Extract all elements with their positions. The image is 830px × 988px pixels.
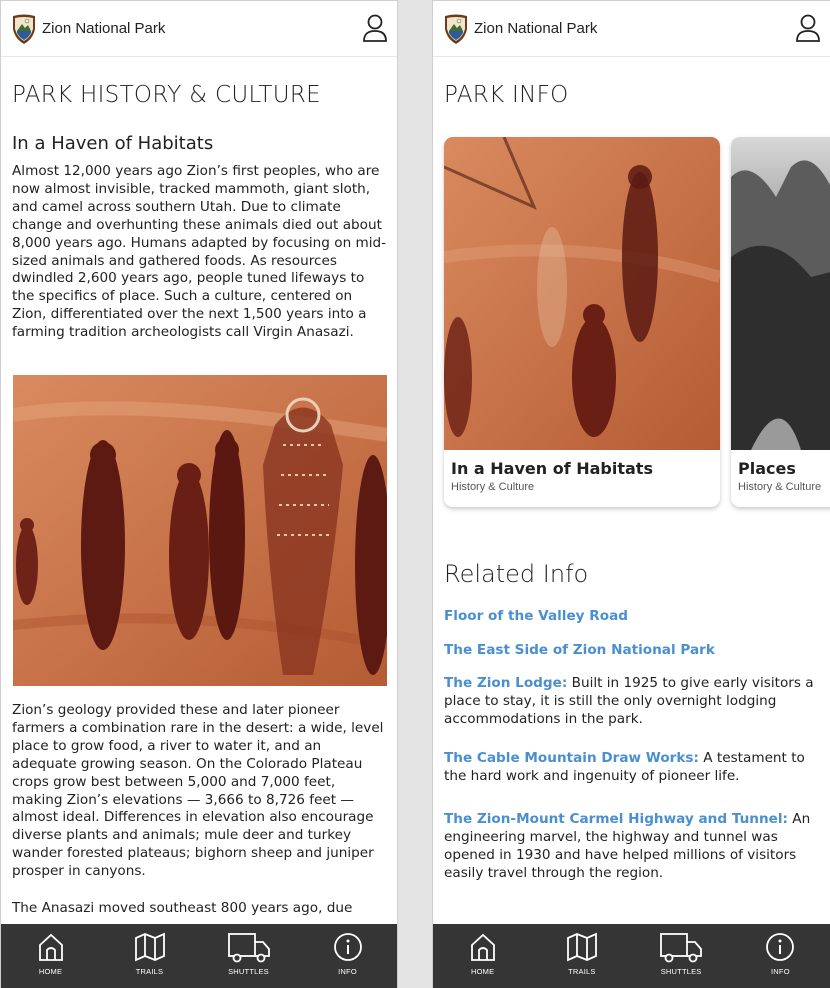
user-profile-icon[interactable] [794,13,822,43]
nav-trails[interactable]: TRAILS [100,924,199,988]
bottom-navigation: HOME TRAILS SHUTTLES INFO [1,924,397,988]
nav-info-label: INFO [771,967,790,976]
nav-home[interactable]: HOME [1,924,100,988]
nav-shuttles[interactable]: SHUTTLES [632,924,731,988]
related-item: The Zion-Mount Carmel Highway and Tunnel… [444,810,824,882]
nav-home[interactable]: HOME [433,924,532,988]
related-item: The East Side of Zion National Park [444,641,824,659]
related-item: Floor of the Valley Road [444,607,824,625]
nav-trails[interactable]: TRAILS [532,924,631,988]
card-subtitle: History & Culture [738,481,822,493]
card-title: Places [738,459,796,478]
related-link[interactable]: The Zion-Mount Carmel Highway and Tunnel… [444,811,788,827]
brand-name: Zion National Park [474,20,598,37]
nav-info-label: INFO [338,967,357,976]
nav-info[interactable]: INFO [298,924,397,988]
rock-art-image [13,375,387,686]
nav-info[interactable]: INFO [731,924,830,988]
related-link[interactable]: The Zion Lodge: [444,675,567,691]
card-image-rock-art [444,137,720,450]
truck-icon [660,933,703,963]
top-bar: Zion National Park [1,1,397,57]
bottom-navigation: HOME TRAILS SHUTTLES INFO [433,924,830,988]
related-item: The Cable Mountain Draw Works: A testame… [444,749,824,785]
related-item: The Zion Lodge: Built in 1925 to give ea… [444,674,824,728]
info-content[interactable]: PARK INFO In a Haven of Habitats History… [433,57,830,924]
home-icon [470,933,495,961]
article-paragraph: The Anasazi moved southeast 800 years ag… [12,900,353,916]
nav-shuttles-label: SHUTTLES [228,967,269,976]
related-link[interactable]: The East Side of Zion National Park [444,642,715,658]
nps-arrowhead-logo-icon[interactable] [11,13,37,45]
article-paragraph: Almost 12,000 years ago Zion’s first peo… [12,163,387,341]
article-title: In a Haven of Habitats [12,133,214,154]
related-info-heading: Related Info [444,560,589,588]
truck-icon [227,933,270,963]
nav-shuttles-label: SHUTTLES [660,967,702,976]
nav-home-label: HOME [470,967,495,976]
phone-screen-history: Zion National Park PARK HISTORY & CULTUR… [0,0,398,988]
info-icon [766,933,795,961]
article-content[interactable]: PARK HISTORY & CULTURE In a Haven of Hab… [1,57,397,924]
map-icon [566,932,597,962]
nps-arrowhead-logo-icon[interactable] [443,13,469,45]
home-icon [38,933,63,961]
user-profile-icon[interactable] [361,13,389,43]
nav-trails-label: TRAILS [135,967,164,976]
related-link[interactable]: Floor of the Valley Road [444,608,628,624]
card-title: In a Haven of Habitats [451,459,653,478]
brand-name: Zion National Park [42,20,166,37]
card-carousel[interactable]: In a Haven of Habitats History & Culture… [444,137,830,517]
phone-screen-info: Zion National Park PARK INFO In a Haven … [432,0,830,988]
info-icon [333,933,362,961]
nav-trails-label: TRAILS [568,967,596,976]
nav-shuttles[interactable]: SHUTTLES [199,924,298,988]
related-link[interactable]: The Cable Mountain Draw Works: [444,750,699,766]
map-icon [134,932,165,962]
article-paragraph: Zion’s geology provided these and later … [12,702,384,880]
info-card[interactable]: Places History & Culture [731,137,830,507]
info-card[interactable]: In a Haven of Habitats History & Culture [444,137,720,507]
page-title: PARK HISTORY & CULTURE [12,82,321,108]
top-bar: Zion National Park [433,1,830,57]
card-subtitle: History & Culture [451,481,535,493]
nav-home-label: HOME [38,967,63,976]
page-title: PARK INFO [444,82,569,108]
card-image-canyon [731,137,830,450]
